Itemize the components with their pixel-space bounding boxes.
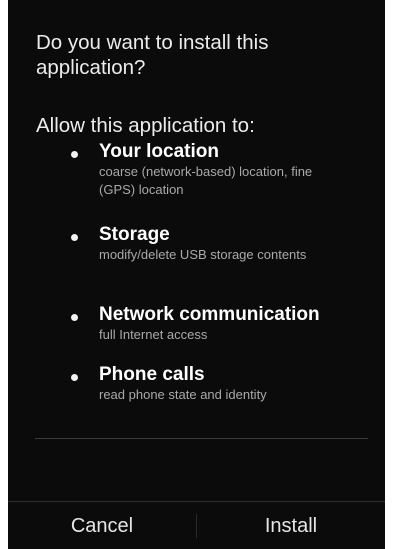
allow-heading: Allow this application to:	[36, 114, 255, 137]
permission-list: Your location coarse (network-based) loc…	[68, 141, 368, 424]
truncated-more-text-label: " "	[104, 458, 148, 468]
permission-item-phone: Phone calls read phone state and identit…	[68, 364, 368, 424]
bullet-icon	[71, 151, 78, 158]
permission-item-storage: Storage modify/delete USB storage conten…	[68, 224, 368, 304]
install-dialog: Do you want to install this application?…	[8, 0, 385, 549]
bullet-icon	[71, 314, 78, 321]
permission-description: modify/delete USB storage contents	[99, 247, 307, 262]
permission-description: full Internet access	[99, 327, 208, 342]
cancel-button[interactable]: Cancel	[8, 502, 196, 549]
install-question: Do you want to install this application?	[36, 31, 269, 79]
permission-description: read phone state and identity	[99, 387, 267, 402]
permission-description: coarse (network-based) location, fine (G…	[99, 164, 313, 197]
permission-name: Storage	[99, 224, 170, 245]
permission-name: Phone calls	[99, 364, 205, 385]
truncated-more-text[interactable]: " "	[104, 458, 224, 474]
permission-name: Your location	[99, 141, 219, 162]
bullet-icon	[71, 234, 78, 241]
permission-item-location: Your location coarse (network-based) loc…	[68, 141, 368, 224]
button-bar: Cancel Install	[8, 501, 385, 549]
permission-name: Network communication	[99, 304, 320, 325]
install-button[interactable]: Install	[197, 502, 385, 549]
bullet-icon	[71, 374, 78, 381]
permission-item-network: Network communication full Internet acce…	[68, 304, 368, 364]
section-divider	[35, 438, 368, 439]
